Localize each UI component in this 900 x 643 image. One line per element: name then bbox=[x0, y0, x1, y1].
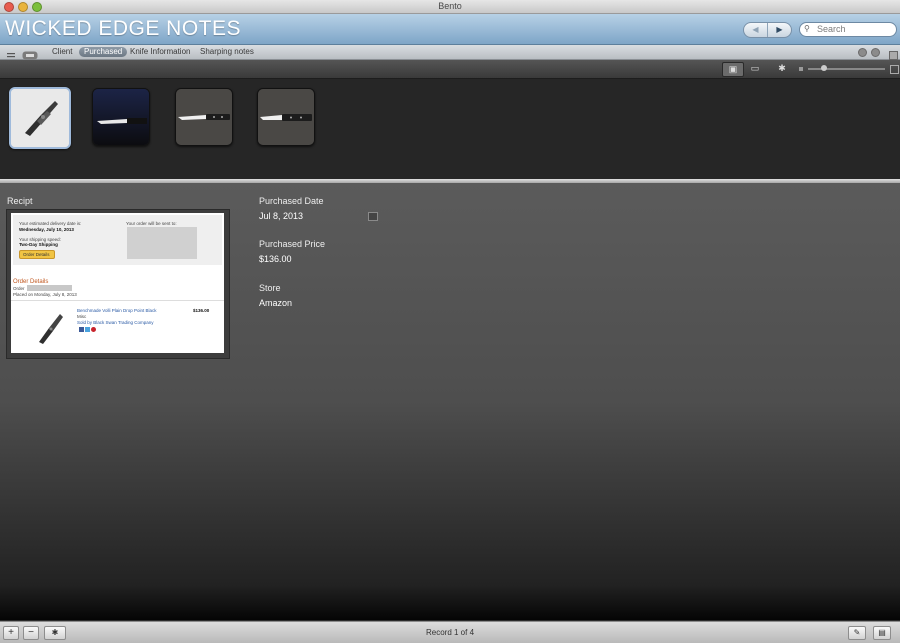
record-gallery bbox=[0, 79, 900, 180]
gallery-thumbnail[interactable] bbox=[92, 88, 150, 146]
folding-knife-image bbox=[11, 89, 69, 147]
kitchen-knife-image bbox=[176, 89, 232, 145]
delete-record-button[interactable]: − bbox=[23, 626, 39, 640]
kitchen-knife-image bbox=[93, 89, 149, 145]
status-bar: Record 1 of 4 + − ✱ ✎ ▤ bbox=[0, 621, 900, 643]
receipt-knife-image bbox=[39, 314, 63, 344]
gallery-thumbnail[interactable] bbox=[9, 87, 71, 149]
tab-purchased[interactable]: Purchased bbox=[79, 47, 128, 57]
next-record-button[interactable]: ▶ bbox=[768, 23, 791, 37]
tab-sharping-notes[interactable]: Sharping notes bbox=[200, 45, 254, 59]
gallery-view-icon[interactable]: ▣ bbox=[722, 62, 744, 77]
gallery-toolbar: ▣ ▭ ✱ bbox=[0, 60, 900, 79]
search-input[interactable]: ⚲ Search bbox=[799, 22, 897, 37]
search-placeholder: Search bbox=[817, 24, 846, 34]
fields-panel-icon[interactable] bbox=[889, 47, 898, 60]
edit-form-button[interactable]: ✎ bbox=[848, 626, 866, 640]
window-titlebar: Bento bbox=[0, 0, 900, 14]
list-view-icon[interactable] bbox=[6, 47, 16, 58]
add-tab-icon[interactable] bbox=[858, 48, 867, 57]
remove-tab-icon[interactable] bbox=[871, 48, 880, 57]
tab-client[interactable]: Client bbox=[52, 45, 72, 59]
search-icon: ⚲ bbox=[804, 24, 810, 33]
store-field[interactable]: Amazon bbox=[259, 298, 292, 308]
record-form: Recipt Your estimated delivery date is: … bbox=[0, 183, 900, 620]
purchased-date-field[interactable]: Jul 8, 2013 bbox=[259, 211, 303, 221]
record-counter: Record 1 of 4 bbox=[425, 628, 475, 637]
kitchen-knife-image bbox=[258, 89, 314, 145]
gallery-thumbnail[interactable] bbox=[257, 88, 315, 146]
receipt-label: Recipt bbox=[7, 196, 33, 206]
blurred-address bbox=[127, 227, 197, 259]
receipt-media-field[interactable]: Your estimated delivery date is: Wednesd… bbox=[6, 209, 230, 359]
share-icons bbox=[79, 327, 96, 332]
pinterest-icon bbox=[91, 327, 96, 332]
library-title: WICKED EDGE NOTES bbox=[5, 17, 242, 40]
twitter-icon bbox=[85, 327, 90, 332]
library-header: WICKED EDGE NOTES ◀ ▶ ⚲ Search bbox=[0, 14, 900, 45]
slider-knob[interactable] bbox=[821, 65, 827, 71]
window-title: Bento bbox=[438, 1, 462, 11]
calendar-icon[interactable] bbox=[368, 212, 378, 221]
store-label: Store bbox=[259, 283, 281, 293]
record-navigation: ◀ ▶ bbox=[743, 22, 792, 38]
large-thumb-icon bbox=[890, 65, 899, 74]
purchased-price-label: Purchased Price bbox=[259, 239, 326, 249]
gallery-thumbnail[interactable] bbox=[175, 88, 233, 146]
blurred-order-number bbox=[27, 285, 72, 291]
previous-record-button[interactable]: ◀ bbox=[744, 23, 768, 37]
gear-icon[interactable]: ✱ bbox=[772, 62, 792, 75]
facebook-icon bbox=[79, 327, 84, 332]
order-details-button: Order Details bbox=[19, 250, 55, 259]
split-view-icon[interactable]: ▭ bbox=[745, 62, 765, 75]
records-panel-button[interactable]: ▤ bbox=[873, 626, 891, 640]
small-thumb-icon bbox=[799, 67, 803, 71]
form-tabs-bar: Client Purchased Knife Information Sharp… bbox=[0, 45, 900, 60]
action-menu-button[interactable]: ✱ bbox=[44, 626, 66, 640]
receipt-image: Your estimated delivery date is: Wednesd… bbox=[11, 213, 224, 353]
purchased-date-label: Purchased Date bbox=[259, 196, 324, 206]
tab-knife-information[interactable]: Knife Information bbox=[130, 45, 190, 59]
thumbnail-size-slider[interactable] bbox=[808, 68, 885, 70]
add-record-button[interactable]: + bbox=[3, 626, 19, 640]
purchased-price-field[interactable]: $136.00 bbox=[259, 254, 292, 264]
form-view-icon[interactable] bbox=[22, 47, 38, 60]
